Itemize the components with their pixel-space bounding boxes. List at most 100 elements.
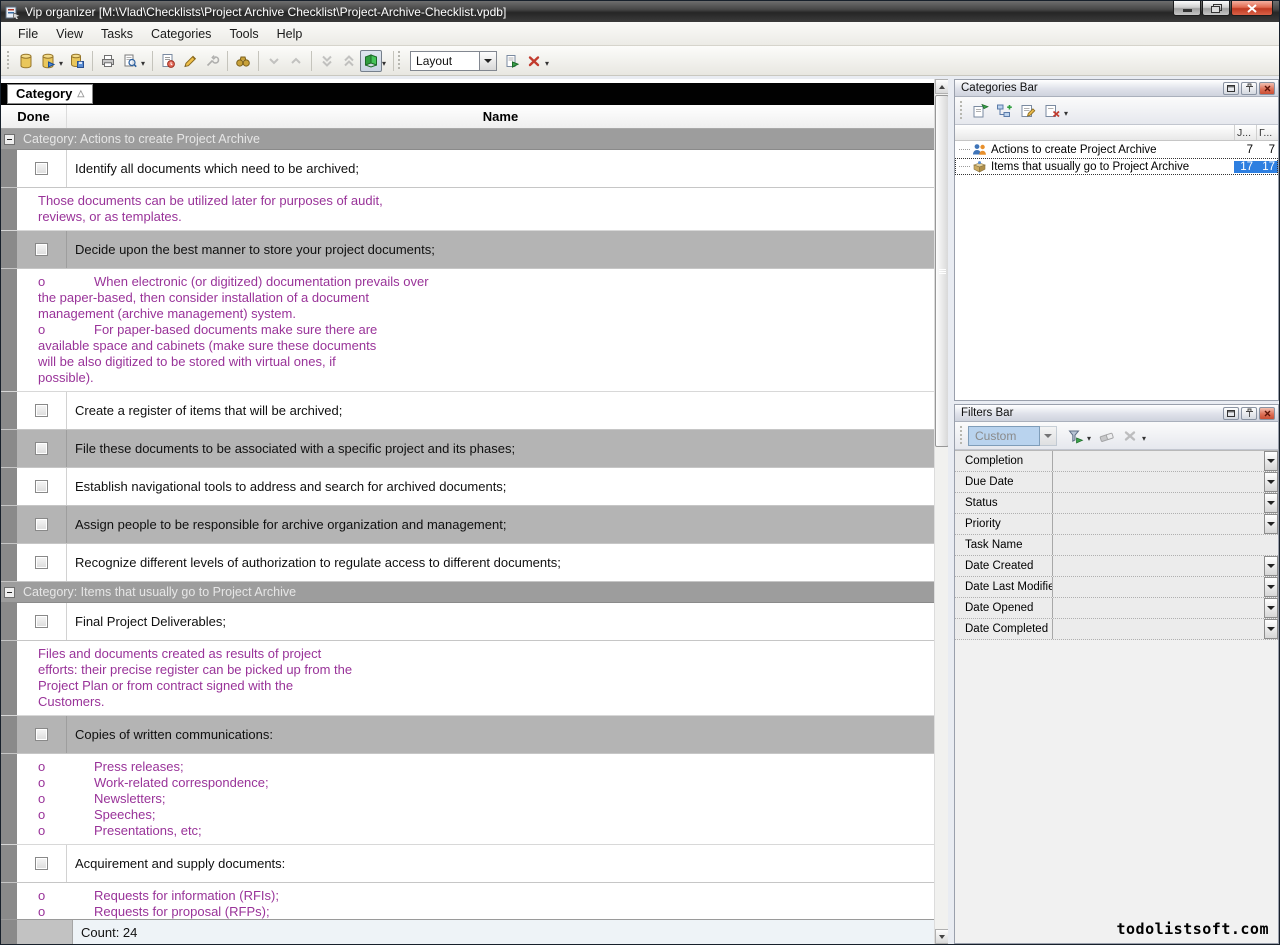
filter-dropdown-button[interactable]	[1264, 598, 1278, 618]
categories-restore-button[interactable]	[1223, 82, 1239, 95]
layout-combobox[interactable]: Layout	[410, 51, 497, 71]
open-dropdown-icon[interactable]: ▾	[59, 59, 63, 68]
open-database-button[interactable]	[37, 50, 59, 72]
restore-button[interactable]	[1202, 1, 1230, 16]
print-preview-button[interactable]	[119, 50, 141, 72]
task-name-cell[interactable]: Final Project Deliverables;	[67, 603, 934, 640]
filter-dropdown-button[interactable]	[1264, 493, 1278, 513]
filter-value[interactable]	[1053, 619, 1264, 639]
sort-column-chip[interactable]: Category △	[7, 84, 93, 104]
column-header-name[interactable]: Name	[67, 109, 934, 124]
task-name-cell[interactable]: Recognize different levels of authorizat…	[67, 544, 934, 581]
edit-task-button[interactable]	[179, 50, 201, 72]
minimize-button[interactable]	[1173, 1, 1201, 16]
layout-view-toggle[interactable]	[360, 50, 382, 72]
task-checkbox[interactable]	[35, 243, 48, 256]
preview-dropdown-icon[interactable]: ▾	[141, 59, 145, 68]
apply-filter-button[interactable]	[1063, 425, 1087, 447]
toolbar-grip[interactable]	[7, 51, 11, 71]
filter-dropdown-button[interactable]	[1264, 514, 1278, 534]
toolbar-more-dropdown-icon[interactable]: ▾	[545, 59, 549, 68]
close-button[interactable]	[1231, 1, 1273, 16]
collapse-icon[interactable]	[4, 134, 15, 145]
new-task-button[interactable]	[157, 50, 179, 72]
layout-dropdown-icon[interactable]: ▾	[382, 59, 386, 68]
task-name-cell[interactable]: Establish navigational tools to address …	[67, 468, 934, 505]
layout-combobox-arrow[interactable]	[480, 51, 497, 71]
filter-value[interactable]	[1053, 556, 1264, 576]
filter-dropdown-button[interactable]	[1264, 451, 1278, 471]
categories-toolbar-dropdown-icon[interactable]: ▾	[1064, 109, 1068, 118]
menu-item-tasks[interactable]: Tasks	[92, 24, 142, 44]
apply-layout-button[interactable]	[501, 50, 523, 72]
category-item[interactable]: Actions to create Project Archive77	[955, 141, 1278, 158]
filter-value[interactable]	[1053, 451, 1264, 471]
clear-filter-button[interactable]	[1094, 425, 1118, 447]
scroll-up-button[interactable]	[935, 79, 949, 94]
collapse-icon[interactable]	[4, 587, 15, 598]
filter-dropdown-button[interactable]	[1264, 556, 1278, 576]
filters-toolbar-dropdown-icon[interactable]: ▾	[1142, 434, 1146, 443]
filter-preset-combobox[interactable]: Custom	[968, 426, 1057, 446]
save-database-button[interactable]	[66, 50, 88, 72]
categories-column-0[interactable]: J...	[1234, 125, 1256, 140]
categories-close-button[interactable]	[1259, 82, 1275, 95]
task-checkbox[interactable]	[35, 728, 48, 741]
add-subcategory-button[interactable]	[992, 100, 1016, 122]
task-name-cell[interactable]: Assign people to be responsible for arch…	[67, 506, 934, 543]
edit-category-button[interactable]	[1016, 100, 1040, 122]
scroll-down-button[interactable]	[935, 929, 949, 944]
task-name-cell[interactable]: Acquirement and supply documents:	[67, 845, 934, 882]
filter-value[interactable]	[1053, 472, 1264, 492]
task-name-cell[interactable]: Identify all documents which need to be …	[67, 150, 934, 187]
task-name-cell[interactable]: Decide upon the best manner to store you…	[67, 231, 934, 268]
task-checkbox[interactable]	[35, 518, 48, 531]
task-name-cell[interactable]: Create a register of items that will be …	[67, 392, 934, 429]
filters-close-button[interactable]	[1259, 407, 1275, 420]
task-checkbox[interactable]	[35, 857, 48, 870]
delete-category-button[interactable]	[1040, 100, 1064, 122]
task-checkbox[interactable]	[35, 404, 48, 417]
menu-item-view[interactable]: View	[47, 24, 92, 44]
move-up-button[interactable]	[285, 50, 307, 72]
menu-item-help[interactable]: Help	[268, 24, 312, 44]
categories-toolbar-grip[interactable]	[960, 101, 964, 121]
task-name-cell[interactable]: File these documents to be associated wi…	[67, 430, 934, 467]
category-item[interactable]: Items that usually go to Project Archive…	[955, 158, 1278, 175]
filter-value[interactable]	[1053, 535, 1278, 555]
category-group-row[interactable]: Category: Actions to create Project Arch…	[1, 129, 934, 150]
filter-preset-arrow[interactable]	[1040, 426, 1057, 446]
move-top-button[interactable]	[338, 50, 360, 72]
task-name-cell[interactable]: Copies of written communications:	[67, 716, 934, 753]
move-bottom-button[interactable]	[316, 50, 338, 72]
filter-value[interactable]	[1053, 493, 1264, 513]
move-down-button[interactable]	[263, 50, 285, 72]
column-header-done[interactable]: Done	[1, 105, 67, 128]
categories-column-1[interactable]: Г...	[1256, 125, 1278, 140]
menu-item-categories[interactable]: Categories	[142, 24, 220, 44]
task-checkbox[interactable]	[35, 480, 48, 493]
task-checkbox[interactable]	[35, 442, 48, 455]
filter-preset-value[interactable]: Custom	[968, 426, 1040, 446]
delete-layout-button[interactable]	[523, 50, 545, 72]
filters-restore-button[interactable]	[1223, 407, 1239, 420]
apply-filter-dropdown-icon[interactable]: ▾	[1087, 434, 1091, 443]
toolbar-grip2[interactable]	[398, 51, 402, 71]
menu-item-file[interactable]: File	[9, 24, 47, 44]
print-button[interactable]	[97, 50, 119, 72]
filters-toolbar-grip[interactable]	[960, 426, 964, 446]
category-group-row[interactable]: Category: Items that usually go to Proje…	[1, 582, 934, 603]
layout-combobox-value[interactable]: Layout	[410, 51, 480, 71]
new-database-button[interactable]	[15, 50, 37, 72]
filter-dropdown-button[interactable]	[1264, 619, 1278, 639]
categories-pin-button[interactable]	[1241, 82, 1257, 95]
task-tools-button[interactable]	[201, 50, 223, 72]
task-checkbox[interactable]	[35, 615, 48, 628]
delete-filter-button[interactable]	[1118, 425, 1142, 447]
task-checkbox[interactable]	[35, 556, 48, 569]
filters-pin-button[interactable]	[1241, 407, 1257, 420]
add-category-button[interactable]	[968, 100, 992, 122]
menu-item-tools[interactable]: Tools	[220, 24, 267, 44]
filter-value[interactable]	[1053, 598, 1264, 618]
find-button[interactable]	[232, 50, 254, 72]
